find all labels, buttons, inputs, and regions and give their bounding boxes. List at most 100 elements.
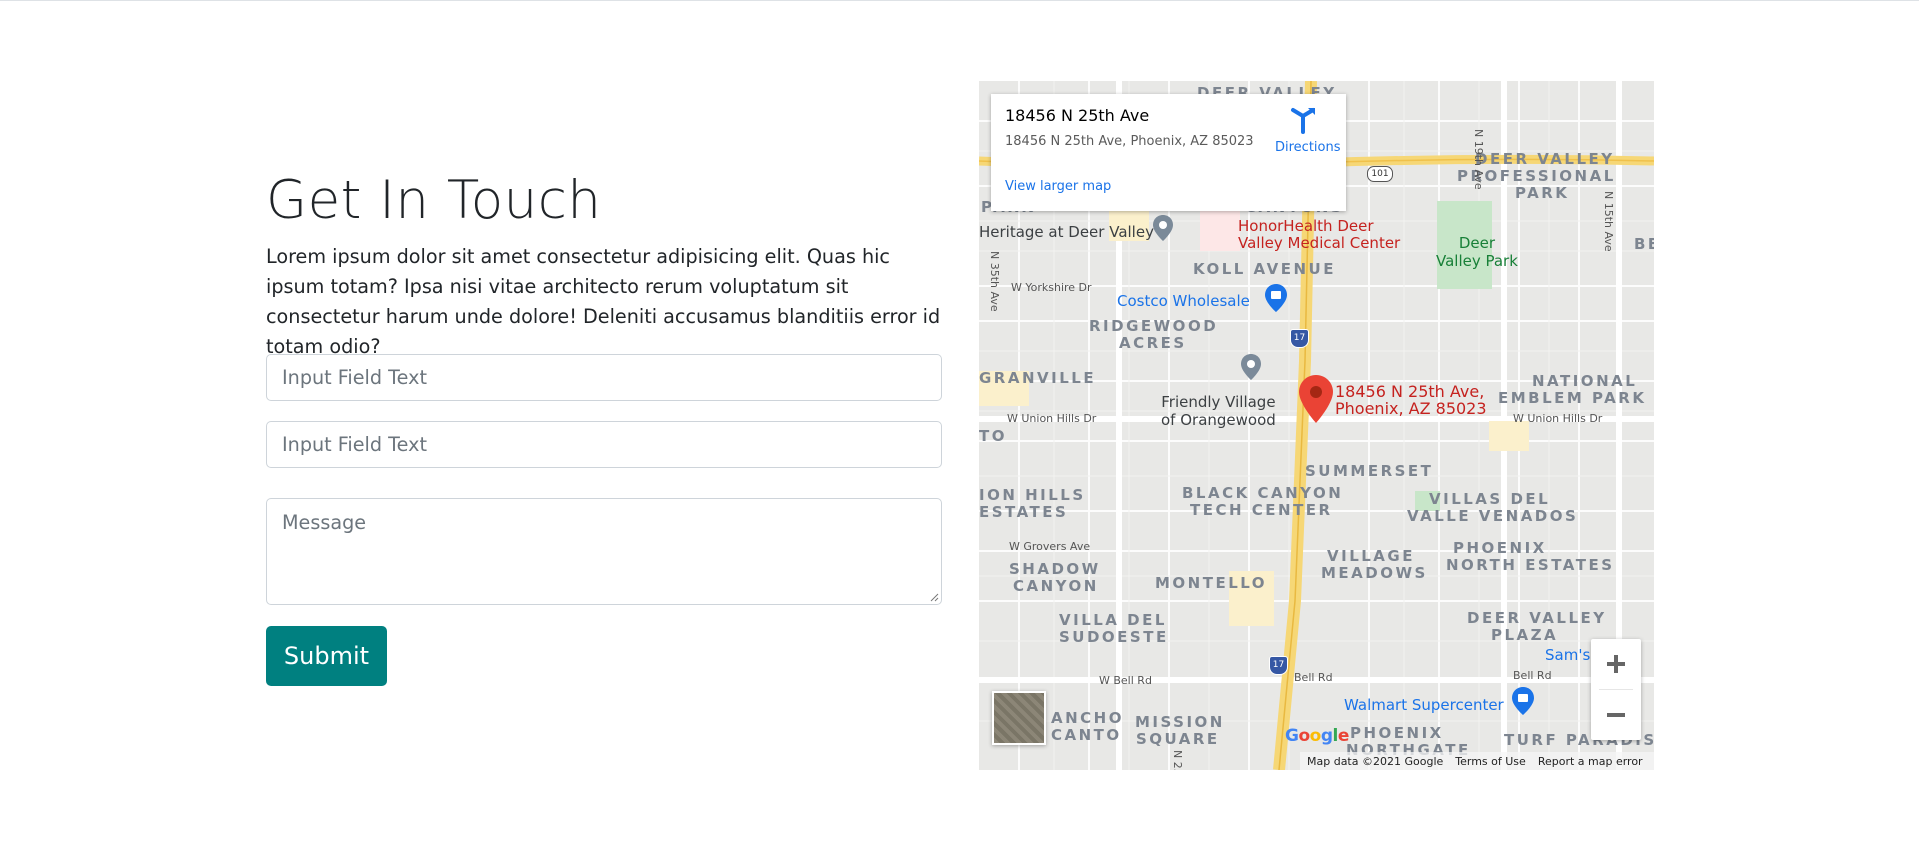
street-label: N 19th Ave — [1472, 129, 1485, 190]
area-label: SUMMERSET — [1305, 462, 1434, 480]
area-label: RIDGEWOOD — [1089, 317, 1219, 335]
area-label: NORTH ESTATES — [1446, 556, 1615, 574]
area-label: ESTATES — [979, 503, 1069, 521]
plus-icon — [1607, 655, 1625, 673]
shopping-marker-icon[interactable] — [1265, 284, 1287, 312]
place-marker-icon[interactable] — [1153, 215, 1173, 241]
area-label: SQUARE — [1136, 730, 1220, 748]
poi-label-line: Valley Park — [1436, 252, 1518, 270]
area-label: VALLE VENADOS — [1407, 507, 1579, 525]
area-label: ACRES — [1119, 334, 1187, 352]
map-embed[interactable]: DEER VALLEY DEER VALLEY PROFESSIONAL PAR… — [979, 81, 1654, 770]
place-info-card: 18456 N 25th Ave 18456 N 25th Ave, Phoen… — [991, 94, 1346, 211]
area-label: MISSION — [1135, 713, 1225, 731]
area-label: EMBLEM PARK — [1498, 389, 1647, 407]
map-attribution-bar: Map data ©2021 Google Terms of Use Repor… — [1300, 752, 1654, 770]
poi-label[interactable]: Friendly Village of Orangewood — [1161, 393, 1276, 429]
poi-label[interactable]: Sam's — [1545, 646, 1590, 664]
area-label: CANTO — [1051, 726, 1122, 744]
area-label: PLAZA — [1491, 626, 1559, 644]
area-label: DEER VALLEY — [1475, 150, 1615, 168]
area-label: BE — [1634, 235, 1654, 253]
street-label: N 15th Ave — [1602, 191, 1615, 252]
area-label: TECH CENTER — [1190, 501, 1333, 519]
area-label: CANYON — [1013, 577, 1099, 595]
area-label: ANCHO — [1051, 709, 1124, 727]
area-label: ION HILLS — [979, 486, 1086, 504]
zoom-out-button[interactable] — [1591, 690, 1641, 740]
zoom-in-button[interactable] — [1591, 639, 1641, 689]
poi-label[interactable]: Heritage at Deer Valley — [979, 223, 1154, 241]
contact-section: Get In Touch Lorem ipsum dolor sit amet … — [266, 160, 942, 362]
area-label: BLACK CANYON — [1182, 484, 1344, 502]
interstate-shield-icon: 17 — [1269, 656, 1288, 675]
area-label: SHADOW — [1009, 560, 1101, 578]
directions-icon[interactable] — [1289, 106, 1317, 134]
street-label: W Union Hills Dr — [1007, 412, 1097, 425]
area-label: VILLAGE — [1327, 547, 1415, 565]
route-shield-icon: 101 — [1367, 166, 1393, 182]
minus-icon — [1607, 713, 1625, 717]
input-field-1[interactable]: Input Field Text — [266, 354, 942, 401]
poi-label-line: Friendly Village — [1161, 393, 1276, 411]
street-label: W Grovers Ave — [1009, 540, 1091, 553]
pin-label-line: 18456 N 25th Ave, — [1335, 382, 1485, 401]
poi-label[interactable]: Deer Valley Park — [1436, 234, 1518, 270]
location-pin-icon[interactable] — [1299, 375, 1333, 423]
input-field-2[interactable]: Input Field Text — [266, 421, 942, 468]
place-address: 18456 N 25th Ave, Phoenix, AZ 85023 — [1005, 134, 1254, 149]
message-placeholder: Message — [282, 511, 367, 534]
zoom-controls — [1591, 639, 1641, 740]
input-field-1-placeholder: Input Field Text — [282, 366, 427, 389]
area-label: DEER VALLEY — [1467, 609, 1607, 627]
report-map-error-link[interactable]: Report a map error — [1538, 755, 1643, 768]
top-border — [0, 0, 1919, 1]
street-label: N 35th Ave — [988, 251, 1001, 312]
area-label: KOLL AVENUE — [1193, 260, 1336, 278]
interstate-shield-number: 17 — [1272, 660, 1285, 670]
message-textarea[interactable]: Message — [266, 498, 942, 605]
area-label: MEADOWS — [1321, 564, 1428, 582]
street-label: N 25th Ave — [1171, 750, 1184, 770]
street-label: Bell Rd — [1513, 669, 1552, 682]
poi-label[interactable]: Valley Medical Center — [1238, 235, 1400, 252]
area-label: PHOENIX — [1350, 724, 1444, 742]
page-title: Get In Touch — [266, 170, 602, 231]
area-label: PHOENIX — [1453, 539, 1547, 557]
poi-label-line: of Orangewood — [1161, 411, 1276, 429]
area-label: NATIONAL — [1532, 372, 1638, 390]
area-label: MONTELLO — [1155, 574, 1268, 592]
terms-of-use-link[interactable]: Terms of Use — [1455, 755, 1526, 768]
shopping-marker-icon[interactable] — [1512, 687, 1534, 715]
street-label: W Union Hills Dr — [1513, 412, 1603, 425]
directions-link[interactable]: Directions — [1275, 140, 1341, 155]
place-marker-icon[interactable] — [1241, 354, 1261, 380]
interstate-shield-number: 17 — [1293, 333, 1306, 343]
area-label: TO — [979, 427, 1007, 445]
poi-label[interactable]: Walmart Supercenter — [1344, 696, 1504, 714]
view-larger-map-link[interactable]: View larger map — [1005, 179, 1111, 194]
street-label: Bell Rd — [1294, 671, 1333, 684]
area-label: SUDOESTE — [1059, 628, 1169, 646]
area-label: GRANVILLE — [979, 369, 1097, 387]
input-field-2-placeholder: Input Field Text — [282, 433, 427, 456]
resize-handle-icon[interactable] — [929, 592, 939, 602]
interstate-shield-icon: 17 — [1290, 329, 1309, 348]
area-label: VILLA DEL — [1059, 611, 1167, 629]
google-logo: Google — [1285, 726, 1349, 746]
poi-label[interactable]: HonorHealth Deer — [1238, 218, 1374, 235]
street-label: W Bell Rd — [1099, 674, 1152, 687]
area-label: VILLAS DEL — [1429, 490, 1551, 508]
pin-label: 18456 N 25th Ave, Phoenix, AZ 85023 — [1335, 383, 1487, 417]
route-shield-number: 101 — [1371, 169, 1389, 179]
poi-label-line: Deer — [1458, 234, 1496, 252]
submit-button[interactable]: Submit — [266, 626, 387, 686]
description-text: Lorem ipsum dolor sit amet consectetur a… — [266, 245, 941, 358]
satellite-toggle-button[interactable] — [992, 691, 1046, 745]
street-label: W Yorkshire Dr — [1011, 281, 1092, 294]
map-data-text: Map data ©2021 Google — [1307, 754, 1444, 768]
pin-label-line: Phoenix, AZ 85023 — [1335, 399, 1487, 418]
poi-label[interactable]: Costco Wholesale — [1117, 292, 1250, 310]
place-title: 18456 N 25th Ave — [1005, 106, 1150, 125]
area-label: PARK — [1515, 184, 1570, 202]
